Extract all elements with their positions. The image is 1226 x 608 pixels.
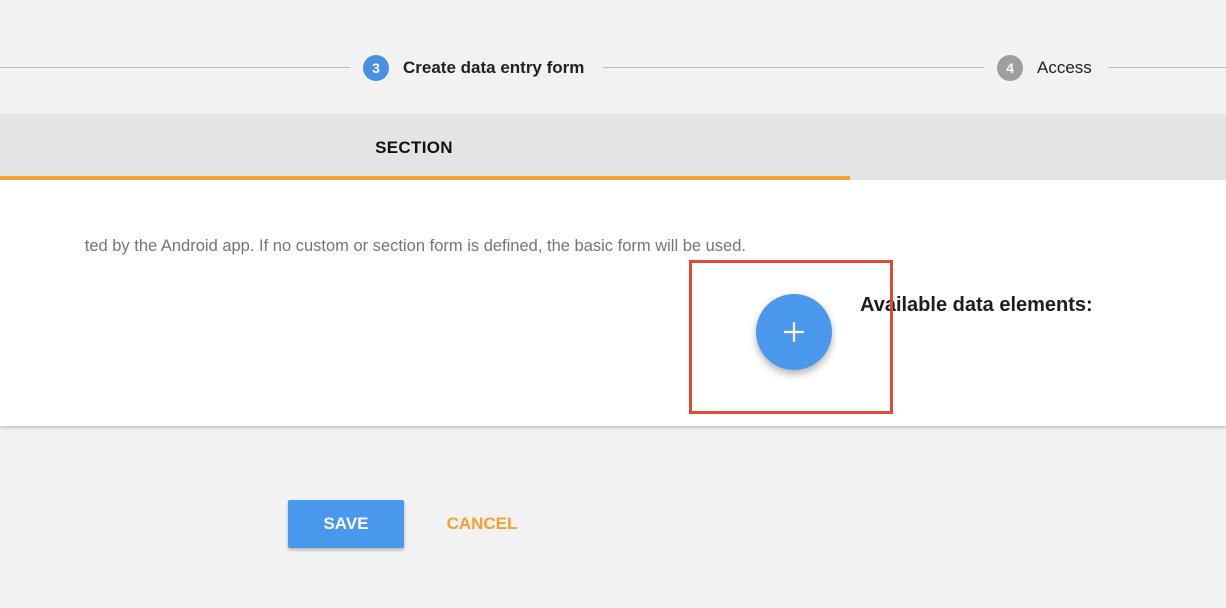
- section-form-card: ted by the Android app. If no custom or …: [0, 180, 1226, 426]
- step-number-badge: 3: [363, 55, 389, 81]
- step-access[interactable]: 4 Access: [997, 55, 1092, 81]
- step-connector: [603, 67, 984, 68]
- tab-section-label: SECTION: [375, 138, 453, 157]
- cancel-button[interactable]: CANCEL: [430, 500, 534, 548]
- step-label: Create data entry form: [403, 58, 585, 77]
- add-section-button[interactable]: [756, 294, 832, 370]
- plus-icon: [783, 321, 805, 343]
- stepper: 3 Create data entry form 4 Access: [0, 0, 1226, 114]
- step-create-data-entry-form[interactable]: 3 Create data entry form: [363, 55, 584, 81]
- step-number-badge: 4: [997, 55, 1023, 81]
- tab-section[interactable]: SECTION: [0, 114, 850, 180]
- section-form-help-text: ted by the Android app. If no custom or …: [84, 237, 746, 255]
- step-label: Access: [1037, 58, 1092, 77]
- save-button[interactable]: SAVE: [288, 500, 404, 548]
- step-connector: [1108, 67, 1226, 68]
- available-data-elements-title: Available data elements:: [860, 294, 1093, 316]
- form-type-tab-bar: SECTION: [0, 114, 1226, 180]
- step-connector: [0, 67, 350, 68]
